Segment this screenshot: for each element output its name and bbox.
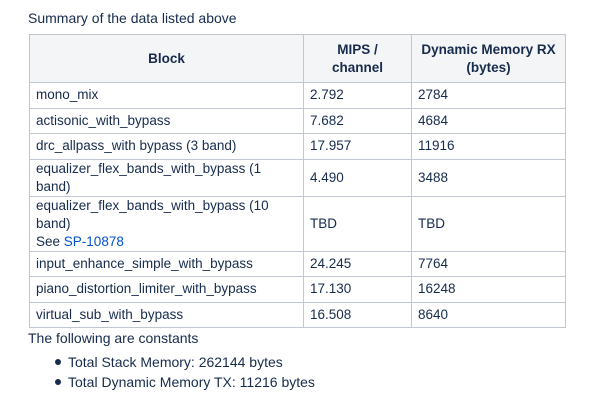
page: Summary of the data listed above Block M…: [0, 0, 606, 407]
cell-mips: 4.490: [303, 158, 412, 197]
table-header-row: Block MIPS / channel Dynamic Memory RX (b…: [29, 34, 566, 83]
cell-block: mono_mix: [29, 82, 304, 109]
list-item: Total Dynamic Memory TX: 11216 bytes: [55, 372, 315, 392]
cell-memory: 2784: [411, 82, 566, 109]
bullet-icon: [55, 379, 61, 385]
cell-memory: 11916: [411, 133, 566, 160]
summary-table: Block MIPS / channel Dynamic Memory RX (b…: [29, 34, 566, 328]
cell-mips: TBD: [303, 195, 412, 252]
header-dynamic-memory: Dynamic Memory RX (bytes): [411, 34, 566, 83]
cell-memory: 8640: [411, 301, 566, 328]
table-row: equalizer_flex_bands_with_bypass (10 ban…: [29, 195, 566, 252]
table-row: input_enhance_simple_with_bypass 24.245 …: [29, 250, 566, 277]
see-label: See: [36, 233, 61, 249]
cell-memory: 4684: [411, 107, 566, 134]
cell-mips: 2.792: [303, 82, 412, 109]
cell-block: piano_distortion_limiter_with_bypass: [29, 276, 304, 303]
cell-mips: 7.682: [303, 107, 412, 134]
constants-heading: The following are constants: [28, 330, 199, 346]
cell-block: actisonic_with_bypass: [29, 107, 304, 134]
cell-memory: 16248: [411, 276, 566, 303]
jira-link[interactable]: SP-10878: [64, 234, 124, 249]
list-item-text: Total Stack Memory: 262144 bytes: [68, 354, 283, 370]
header-block: Block: [29, 34, 304, 83]
table-row: equalizer_flex_bands_with_bypass (1 band…: [29, 158, 566, 197]
cell-memory: 3488: [411, 158, 566, 197]
cell-block-text: equalizer_flex_bands_with_bypass (10 ban…: [36, 197, 269, 231]
constants-list: Total Stack Memory: 262144 bytes Total D…: [0, 352, 315, 392]
header-dynamic-memory-line1: Dynamic Memory RX: [421, 41, 556, 57]
list-item: Total Stack Memory: 262144 bytes: [55, 352, 315, 372]
cell-mips: 24.245: [303, 250, 412, 277]
cell-block: virtual_sub_with_bypass: [29, 301, 304, 328]
cell-mips: 17.957: [303, 133, 412, 160]
bullet-icon: [55, 359, 61, 365]
header-dynamic-memory-line2: (bytes): [466, 59, 511, 75]
cell-block: input_enhance_simple_with_bypass: [29, 250, 304, 277]
cell-mips: 16.508: [303, 301, 412, 328]
table-row: piano_distortion_limiter_with_bypass 17.…: [29, 276, 566, 303]
table-row: virtual_sub_with_bypass 16.508 8640: [29, 301, 566, 328]
cell-mips: 17.130: [303, 276, 412, 303]
summary-heading: Summary of the data listed above: [28, 10, 237, 26]
table-row: mono_mix 2.792 2784: [29, 82, 566, 109]
table-row: drc_allpass_with bypass (3 band) 17.957 …: [29, 133, 566, 160]
cell-block: drc_allpass_with bypass (3 band): [29, 133, 304, 160]
header-mips: MIPS / channel: [303, 34, 412, 83]
table-row: actisonic_with_bypass 7.682 4684: [29, 107, 566, 134]
cell-memory: TBD: [411, 195, 566, 252]
cell-block: equalizer_flex_bands_with_bypass (1 band…: [29, 158, 304, 197]
cell-block: equalizer_flex_bands_with_bypass (10 ban…: [29, 195, 304, 252]
list-item-text: Total Dynamic Memory TX: 11216 bytes: [68, 374, 315, 390]
cell-memory: 7764: [411, 250, 566, 277]
